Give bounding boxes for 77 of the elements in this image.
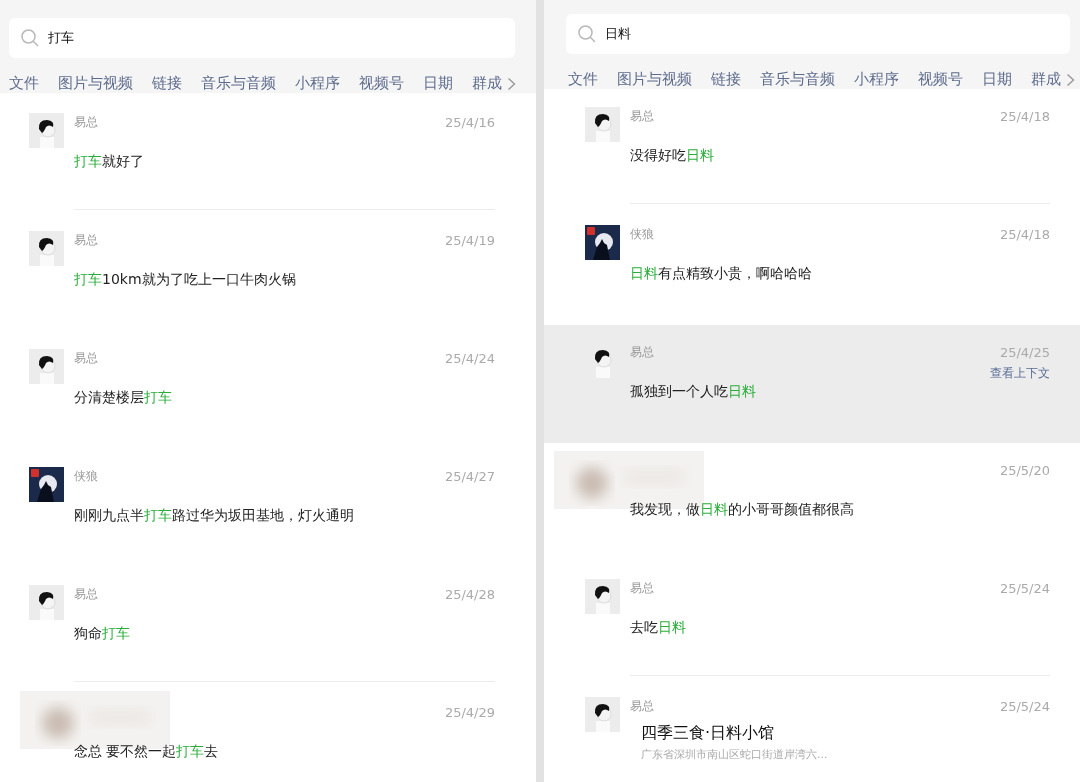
message-text: 分清楚楼层打车 [74,388,173,407]
result-row[interactable]: 侠狼 25/4/18 日料有点精致小贵，啊哈哈哈 [544,207,1080,325]
sender-name: 易总 [630,343,654,361]
sender-name: 易总 [74,349,98,367]
message-text: 孤独到一个人吃日料 [630,382,757,401]
message-date: 25/4/16 [444,114,495,130]
result-row[interactable]: 25/5/20 我发现，做日料的小哥哥颜值都很高 [544,443,1080,561]
message-date: 25/4/29 [444,704,495,720]
sender-name: 易总 [630,697,654,715]
result-row[interactable]: 易总 25/4/25 查看上下文 孤独到一个人吃日料 [544,325,1080,443]
search-field[interactable]: 日料 [566,14,1070,54]
message-date: 25/5/24 [999,580,1050,596]
filter-tab[interactable]: 小程序 [295,74,340,93]
search-field[interactable]: 打车 [9,18,515,58]
message-date: 25/5/24 [999,698,1050,714]
result-row[interactable]: 易总 25/4/24 分清楚楼层打车 [0,329,536,447]
result-row[interactable]: 25/4/29 念总 要不然一起打车去 [0,683,536,782]
sender-name: 侠狼 [74,467,98,485]
chevron-right-icon[interactable] [1066,72,1075,87]
filter-tab[interactable]: 视频号 [359,74,404,93]
message-text: 念总 要不然一起打车去 [74,742,220,761]
message-text: 打车10km就为了吃上一口牛肉火锅 [74,270,297,289]
location-title: 四季三食·日料小馆 [641,722,776,744]
message-date: 25/5/20 [999,462,1050,478]
filter-tab[interactable]: 链接 [152,74,182,93]
avatar [29,113,64,148]
result-row[interactable]: 易总 25/4/28 狗命打车 [0,565,536,683]
avatar [29,231,64,266]
location-address: 广东省深圳市南山区蛇口街道岸湾六... [641,747,829,763]
chevron-right-icon[interactable] [507,76,516,91]
result-row[interactable]: 易总 25/5/24 去吃日料 [544,561,1080,679]
message-text: 去吃日料 [630,618,687,637]
message-date: 25/4/28 [444,586,495,602]
filter-tab[interactable]: 群成 [1031,70,1061,89]
message-text: 狗命打车 [74,624,131,643]
message-date: 25/4/27 [444,468,495,484]
filter-tab[interactable]: 群成 [472,74,502,93]
message-date: 25/4/18 [999,108,1050,124]
message-date: 25/4/18 [999,226,1050,242]
result-row[interactable]: 易总 25/5/24 四季三食·日料小馆 广东省深圳市南山区蛇口街道岸湾六... [544,679,1080,782]
message-text: 打车就好了 [74,152,145,171]
filter-tab[interactable]: 文件 [568,70,598,89]
avatar [585,107,620,142]
filter-tab[interactable]: 图片与视频 [617,70,692,89]
message-text: 刚刚九点半打车路过华为坂田基地，灯火通明 [74,506,355,525]
avatar [29,467,64,502]
sender-name: 易总 [630,579,654,597]
sender-name: 侠狼 [630,225,654,243]
message-date: 25/4/24 [444,350,495,366]
message-text: 我发现，做日料的小哥哥颜值都很高 [630,500,855,519]
filter-tab[interactable]: 文件 [9,74,39,93]
message-text: 没得好吃日料 [630,146,715,165]
message-text: 日料有点精致小贵，啊哈哈哈 [630,264,813,283]
sender-name: 易总 [74,113,98,131]
filter-tab[interactable]: 图片与视频 [58,74,133,93]
message-date: 25/4/25 [999,344,1050,360]
sender-name: 易总 [74,585,98,603]
result-row[interactable]: 侠狼 25/4/27 刚刚九点半打车路过华为坂田基地，灯火通明 [0,447,536,565]
avatar [585,225,620,260]
result-row[interactable]: 易总 25/4/16 打车就好了 [0,93,536,211]
filter-tab[interactable]: 音乐与音频 [760,70,835,89]
filter-tab[interactable]: 音乐与音频 [201,74,276,93]
filter-tab[interactable]: 小程序 [854,70,899,89]
filter-tab[interactable]: 日期 [423,74,453,93]
message-date: 25/4/19 [444,232,495,248]
avatar [29,349,64,384]
avatar [585,697,620,732]
avatar [585,579,620,614]
filter-tab[interactable]: 视频号 [918,70,963,89]
result-row[interactable]: 易总 25/4/19 打车10km就为了吃上一口牛肉火锅 [0,211,536,329]
sender-name: 易总 [630,107,654,125]
view-context-link[interactable]: 查看上下文 [990,365,1050,382]
result-row[interactable]: 易总 25/4/18 没得好吃日料 [544,89,1080,207]
sender-name: 易总 [74,231,98,249]
filter-tab[interactable]: 日期 [982,70,1012,89]
avatar [29,585,64,620]
filter-tab[interactable]: 链接 [711,70,741,89]
